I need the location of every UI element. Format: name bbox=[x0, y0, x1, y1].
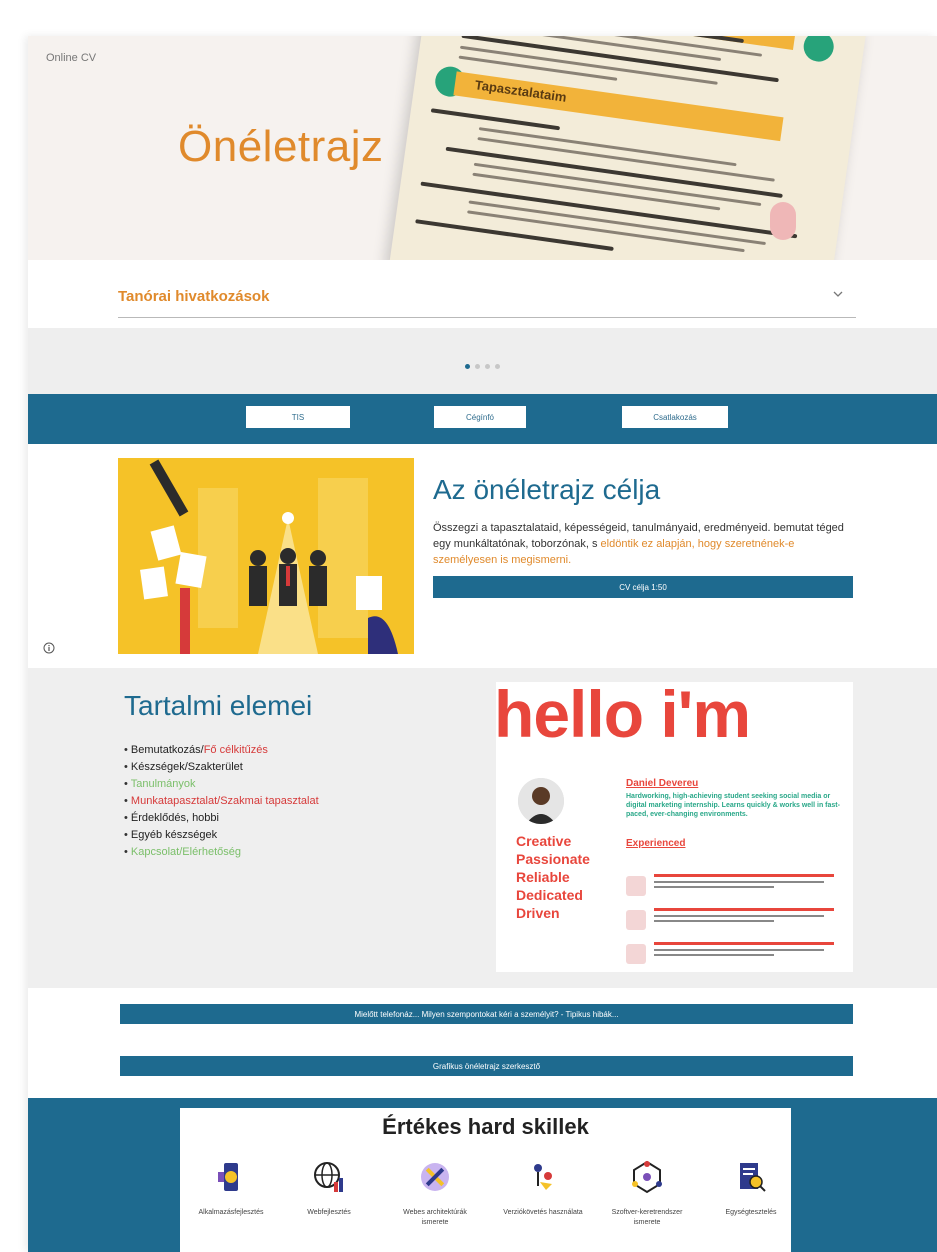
purpose-text: Összegzi a tapasztalataid, képességeid, … bbox=[433, 520, 853, 568]
cv-traits: Creative Passionate Reliable Dedicated D… bbox=[516, 832, 590, 922]
skill-item: Egységtesztelés bbox=[706, 1160, 796, 1218]
cv-experience-heading: Experienced bbox=[626, 838, 686, 849]
app-dev-icon bbox=[218, 1163, 238, 1191]
info-icon[interactable] bbox=[43, 642, 55, 654]
cv-name: Daniel Devereu bbox=[626, 778, 699, 789]
nav-band: TIS Cégínfó Csatlakozás bbox=[28, 394, 937, 444]
list-item: Tanulmányok bbox=[124, 776, 319, 793]
tis-button[interactable]: TIS bbox=[246, 406, 350, 428]
list-item: Érdeklődés, hobbi bbox=[124, 810, 319, 827]
skill-label: Egységtesztelés bbox=[725, 1209, 777, 1216]
architecture-icon bbox=[421, 1163, 449, 1191]
lesson-links-dropdown[interactable]: Tanórai hivatkozások bbox=[118, 276, 856, 318]
skills-card: Értékes hard skillek Alkalmazásfejleszté… bbox=[180, 1108, 791, 1252]
site-label: Online CV bbox=[46, 52, 97, 64]
unit-test-icon bbox=[740, 1163, 766, 1192]
globe-chart-icon bbox=[314, 1162, 343, 1192]
dropdown-label: Tanórai hivatkozások bbox=[118, 288, 270, 305]
list-item: Egyéb készségek bbox=[124, 827, 319, 844]
list-item: Készségek/Szakterület bbox=[124, 759, 319, 776]
skill-label: Webfejlesztés bbox=[307, 1209, 351, 1216]
skills-title: Értékes hard skillek bbox=[382, 1114, 589, 1139]
skill-item: Webfejlesztés bbox=[284, 1160, 374, 1218]
cv-headline: hello i'm bbox=[496, 682, 751, 751]
hero-banner: Tapasztalataim Online CV Önéletrajz bbox=[28, 36, 937, 260]
skill-item: Webes architektúrák ismerete bbox=[390, 1160, 480, 1228]
company-info-button[interactable]: Cégínfó bbox=[434, 406, 526, 428]
list-item-highlight: Fő célkitűzés bbox=[203, 744, 268, 756]
skills-band: Értékes hard skillek Alkalmazásfejleszté… bbox=[28, 1098, 937, 1252]
carousel-dot[interactable] bbox=[465, 364, 470, 369]
cv-sample-image: hello i'm Creative Passionate Reliable D… bbox=[496, 682, 853, 972]
trait: Dedicated bbox=[516, 887, 583, 903]
chevron-down-icon bbox=[833, 291, 843, 297]
trait: Reliable bbox=[516, 869, 570, 885]
list-item-prefix: Bemutatkozás/ bbox=[130, 744, 204, 756]
contents-title: Tartalmi elemei bbox=[124, 690, 313, 721]
skill-item: Szoftver-keretrendszer ismerete bbox=[602, 1160, 692, 1228]
avatar bbox=[518, 778, 564, 824]
cv-editor-button[interactable]: Grafikus önéletrajz szerkesztő bbox=[120, 1056, 853, 1076]
contents-section: Tartalmi elemei Bemutatkozás/Fő célkitűz… bbox=[28, 668, 937, 988]
cv-item bbox=[626, 906, 841, 936]
cv-purpose-video-button[interactable]: CV célja 1:50 bbox=[433, 576, 853, 598]
purpose-title: Az önéletrajz célja bbox=[433, 474, 661, 505]
skill-label: Szoftver-keretrendszer ismerete bbox=[611, 1209, 683, 1226]
version-control-icon bbox=[534, 1164, 552, 1190]
carousel-dot[interactable] bbox=[475, 364, 480, 369]
page: Tapasztalataim Online CV Önéletrajz Tanó… bbox=[28, 36, 937, 1252]
carousel-dot[interactable] bbox=[495, 364, 500, 369]
trait: Creative bbox=[516, 833, 572, 849]
trait: Passionate bbox=[516, 851, 590, 867]
purpose-section: Az önéletrajz célja Összegzi a tapasztal… bbox=[28, 444, 937, 672]
list-item: Kapcsolat/Elérhetőség bbox=[124, 844, 319, 861]
framework-icon bbox=[632, 1160, 662, 1194]
trait: Driven bbox=[516, 905, 560, 921]
page-title: Önéletrajz bbox=[178, 122, 384, 171]
list-item: Munkatapasztalat/Szakmai tapasztalat bbox=[124, 793, 319, 810]
skill-label: Verziókövetés használata bbox=[503, 1209, 583, 1216]
carousel-dots bbox=[465, 364, 500, 369]
contents-list: Bemutatkozás/Fő célkitűzés Készségek/Sza… bbox=[124, 742, 319, 861]
interview-illustration bbox=[118, 458, 414, 654]
hand-image bbox=[770, 202, 796, 240]
carousel-dot[interactable] bbox=[485, 364, 490, 369]
cv-summary: Hardworking, high-achieving student seek… bbox=[626, 793, 840, 818]
cv-item bbox=[626, 940, 841, 970]
skill-label: Alkalmazásfejlesztés bbox=[198, 1209, 264, 1216]
skill-item: Alkalmazásfejlesztés bbox=[186, 1160, 276, 1218]
interview-tips-button[interactable]: Mielőtt telefonáz... Milyen szempontokat… bbox=[120, 1004, 853, 1024]
join-button[interactable]: Csatlakozás bbox=[622, 406, 728, 428]
list-item: Bemutatkozás/Fő célkitűzés bbox=[124, 742, 319, 759]
carousel bbox=[28, 328, 937, 394]
cv-item bbox=[626, 872, 841, 902]
skill-item: Verziókövetés használata bbox=[498, 1160, 588, 1218]
skill-label: Webes architektúrák ismerete bbox=[403, 1209, 467, 1226]
